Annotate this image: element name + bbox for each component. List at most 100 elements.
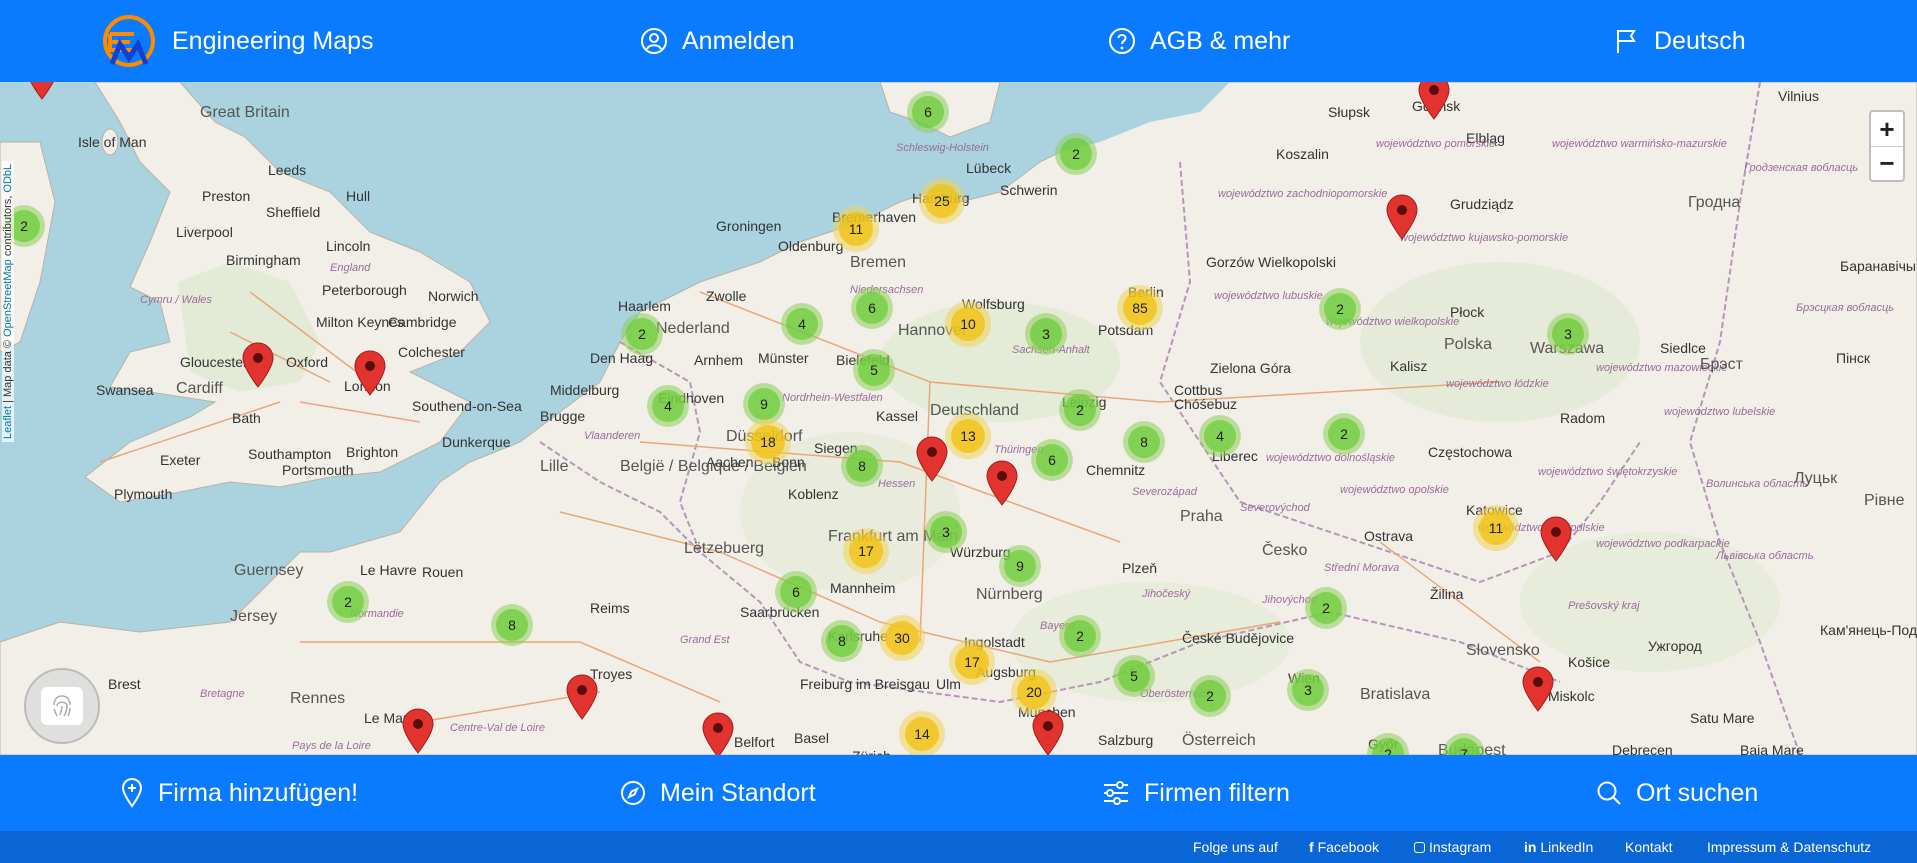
- marker-cluster[interactable]: 3: [1547, 313, 1589, 355]
- location-pin-icon[interactable]: [1539, 516, 1573, 562]
- language-selector[interactable]: Deutsch: [1614, 0, 1746, 82]
- marker-cluster-count: 3: [1552, 318, 1584, 350]
- marker-cluster[interactable]: 2: [1323, 413, 1365, 455]
- marker-cluster[interactable]: 17: [843, 528, 889, 574]
- marker-cluster[interactable]: 2: [327, 581, 369, 623]
- marker-cluster[interactable]: 4: [647, 385, 689, 427]
- location-pin-icon[interactable]: [985, 460, 1019, 506]
- marker-cluster[interactable]: 6: [907, 91, 949, 133]
- leaflet-link[interactable]: Leaflet: [2, 406, 14, 439]
- marker-cluster[interactable]: 13: [945, 413, 991, 459]
- openstreetmap-link[interactable]: OpenStreetMap: [2, 259, 14, 337]
- marker-cluster-count: 8: [846, 450, 878, 482]
- location-pin-icon[interactable]: [915, 436, 949, 482]
- language-label: Deutsch: [1654, 26, 1746, 55]
- marker-cluster[interactable]: 17: [949, 639, 995, 685]
- marker-cluster-count: 8: [1128, 426, 1160, 458]
- fingerprint-button[interactable]: [24, 668, 100, 744]
- location-pin-icon[interactable]: [701, 712, 735, 755]
- map-pin-icon: [121, 778, 143, 808]
- location-pin-icon[interactable]: [1031, 710, 1065, 755]
- marker-cluster[interactable]: 85: [1117, 285, 1163, 331]
- my-location-button[interactable]: Mein Standort: [620, 755, 816, 831]
- zoom-out-button[interactable]: −: [1871, 146, 1903, 180]
- marker-cluster[interactable]: 6: [1031, 439, 1073, 481]
- marker-cluster[interactable]: 20: [1011, 669, 1057, 715]
- marker-cluster[interactable]: 4: [781, 303, 823, 345]
- location-pin-icon[interactable]: [1521, 666, 1555, 712]
- marker-cluster[interactable]: 8: [821, 620, 863, 662]
- marker-cluster[interactable]: 2: [1305, 587, 1347, 629]
- marker-cluster[interactable]: 2: [1059, 615, 1101, 657]
- marker-cluster[interactable]: 2: [1319, 288, 1361, 330]
- marker-cluster[interactable]: 3: [925, 511, 967, 553]
- add-company-button[interactable]: Firma hinzufügen!: [120, 755, 358, 831]
- location-pin-icon[interactable]: [353, 350, 387, 396]
- location-pin-icon[interactable]: [401, 708, 435, 754]
- marker-cluster[interactable]: 30: [879, 615, 925, 661]
- question-circle-icon: [1109, 28, 1135, 54]
- marker-cluster-count: 7: [1448, 738, 1480, 755]
- terms-link[interactable]: AGB & mehr: [1108, 0, 1290, 82]
- marker-cluster-count: 18: [751, 425, 785, 459]
- login-link[interactable]: Anmelden: [640, 0, 795, 82]
- imprint-privacy-link[interactable]: Impressum & Datenschutz: [1707, 839, 1871, 855]
- location-pin-icon[interactable]: [25, 82, 59, 100]
- location-pin-icon[interactable]: [241, 342, 275, 388]
- marker-cluster-count: 17: [849, 534, 883, 568]
- marker-cluster[interactable]: 6: [851, 287, 893, 329]
- marker-cluster[interactable]: 9: [999, 545, 1041, 587]
- marker-cluster-count: 5: [1118, 660, 1150, 692]
- marker-cluster[interactable]: 8: [841, 445, 883, 487]
- location-pin-icon[interactable]: [565, 674, 599, 720]
- marker-cluster[interactable]: 11: [833, 206, 879, 252]
- location-pin-icon[interactable]: [1417, 82, 1451, 120]
- filter-companies-button[interactable]: Firmen filtern: [1102, 755, 1290, 831]
- marker-cluster[interactable]: 2: [1059, 389, 1101, 431]
- marker-cluster-count: 13: [951, 419, 985, 453]
- marker-cluster-count: 2: [1064, 620, 1096, 652]
- marker-cluster[interactable]: 2: [1189, 675, 1231, 717]
- marker-cluster-count: 85: [1123, 291, 1157, 325]
- marker-cluster-count: 17: [955, 645, 989, 679]
- linkedin-link[interactable]: in LinkedIn: [1524, 839, 1593, 855]
- marker-cluster-count: 6: [856, 292, 888, 324]
- facebook-link[interactable]: f Facebook: [1309, 839, 1379, 855]
- marker-cluster[interactable]: 2: [621, 313, 663, 355]
- brand-link[interactable]: Engineering Maps: [100, 0, 374, 82]
- attribution-contributors: contributors,: [2, 195, 14, 257]
- marker-cluster[interactable]: 4: [1199, 415, 1241, 457]
- user-circle-icon: [641, 28, 667, 54]
- marker-cluster-count: 3: [1030, 318, 1062, 350]
- attribution-separator: | Map data ©: [2, 339, 14, 403]
- marker-cluster-count: 2: [1064, 394, 1096, 426]
- marker-cluster[interactable]: 18: [745, 419, 791, 465]
- search-place-label: Ort suchen: [1636, 778, 1759, 807]
- marker-cluster[interactable]: 11: [1473, 505, 1519, 551]
- marker-cluster-count: 5: [858, 354, 890, 386]
- odbl-link[interactable]: ODbL: [2, 164, 14, 193]
- search-place-button[interactable]: Ort suchen: [1596, 755, 1758, 831]
- marker-cluster[interactable]: 10: [945, 301, 991, 347]
- marker-cluster[interactable]: 5: [1113, 655, 1155, 697]
- marker-cluster[interactable]: 3: [1287, 669, 1329, 711]
- marker-cluster[interactable]: 8: [1123, 421, 1165, 463]
- marker-cluster-count: 25: [925, 184, 959, 218]
- add-company-label: Firma hinzufügen!: [158, 778, 359, 807]
- instagram-link[interactable]: Instagram: [1414, 839, 1491, 855]
- marker-cluster[interactable]: 3: [1025, 313, 1067, 355]
- marker-cluster[interactable]: 6: [775, 571, 817, 613]
- marker-cluster[interactable]: 8: [491, 604, 533, 646]
- map-area[interactable]: Great Britain Isle of Man Leeds Preston Hull…: [0, 82, 1917, 755]
- marker-cluster[interactable]: 14: [899, 711, 945, 755]
- top-navigation-bar: Engineering Maps Anmelden AGB & mehr Deu…: [0, 0, 1917, 82]
- marker-cluster-count: 4: [1204, 420, 1236, 452]
- contact-link[interactable]: Kontakt: [1625, 839, 1672, 855]
- marker-cluster-count: 8: [496, 609, 528, 641]
- location-pin-icon[interactable]: [1385, 194, 1419, 240]
- zoom-in-button[interactable]: +: [1871, 112, 1903, 146]
- my-location-label: Mein Standort: [660, 778, 816, 807]
- marker-cluster[interactable]: 25: [919, 178, 965, 224]
- marker-cluster[interactable]: 5: [853, 349, 895, 391]
- marker-cluster[interactable]: 2: [1055, 133, 1097, 175]
